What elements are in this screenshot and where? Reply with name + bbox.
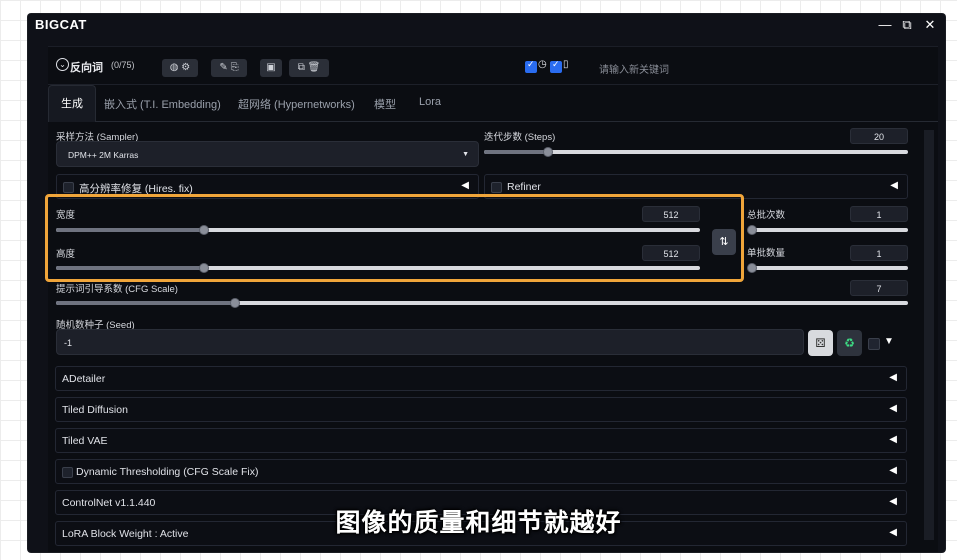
collapse-arrow-icon: ◀ (889, 372, 897, 383)
copy-delete-button[interactable]: ⧉ 🗑 (289, 59, 329, 77)
cfg-input[interactable]: 7 (850, 280, 908, 296)
token-count: (0/75) (111, 60, 135, 70)
batch-count-slider[interactable] (747, 225, 908, 235)
restore-icon[interactable]: ⧉ (898, 16, 916, 34)
close-icon[interactable]: ✕ (921, 16, 939, 34)
adetailer-accordion[interactable]: ADetailer ◀ (55, 366, 907, 391)
scrollbar[interactable] (924, 130, 934, 540)
hires-fix-checkbox[interactable] (63, 182, 74, 193)
collapse-arrow-icon: ◀ (890, 180, 898, 191)
cfg-slider-thumb[interactable] (229, 298, 240, 308)
trash-icon: 🗑 (307, 62, 321, 73)
accordion-label: Tiled Diffusion (62, 404, 128, 416)
steps-slider-thumb[interactable] (542, 147, 553, 157)
video-subtitle: 图像的质量和细节就越好 (335, 509, 622, 537)
tiled-vae-accordion[interactable]: Tiled VAE ◀ (55, 428, 907, 453)
accordion-label: Tiled VAE (62, 435, 108, 447)
reuse-seed-button[interactable]: ♻ (837, 330, 862, 356)
title-bar: BIGCAT — ⧉ ✕ (28, 14, 945, 36)
steps-input[interactable]: 20 (850, 128, 908, 144)
collapse-arrow-icon: ◀ (889, 403, 897, 414)
app-window: BIGCAT — ⧉ ✕ ⌄ 反向词 (0/75) ◍ ⚙ ✎ ⎘ ▣ ⧉ 🗑 … (28, 14, 945, 552)
copy-icon: ⧉ (297, 62, 305, 73)
globe-icon: ◍ (169, 62, 179, 73)
batch-size-input[interactable]: 1 (850, 245, 908, 261)
accordion-label: Dynamic Thresholding (CFG Scale Fix) (76, 466, 259, 478)
recycle-icon: ♻ (844, 336, 855, 350)
collapse-arrow-icon: ◀ (461, 180, 469, 191)
tab-generate[interactable]: 生成 (48, 85, 96, 122)
steps-slider[interactable] (484, 147, 908, 157)
batch-count-slider-thumb[interactable] (747, 225, 757, 235)
image-button[interactable]: ▣ (260, 59, 282, 77)
tab-model[interactable]: 模型 (374, 96, 396, 112)
negative-prompt-title: 反向词 (70, 62, 103, 74)
steps-label: 迭代步数 (Steps) (484, 132, 556, 143)
refiner-checkbox[interactable] (491, 182, 502, 193)
panel-icon: ▯ (563, 59, 569, 70)
edit-icon: ✎ (219, 62, 228, 73)
batch-size-slider-thumb[interactable] (747, 263, 757, 273)
expand-triangle-icon[interactable]: ▼ (884, 336, 894, 347)
negative-prompt-bar: ⌄ 反向词 (0/75) ◍ ⚙ ✎ ⎘ ▣ ⧉ 🗑 ◷ ▯ 请输入新关键词 (48, 46, 938, 85)
tab-embedding[interactable]: 嵌入式 (T.I. Embedding) (104, 96, 221, 112)
dynamic-thresholding-checkbox[interactable] (62, 467, 73, 478)
dropdown-caret-icon: ▼ (462, 151, 469, 158)
extra-seed-checkbox[interactable] (868, 338, 880, 350)
dice-icon: ⚄ (815, 336, 826, 350)
accordion-label: ADetailer (62, 373, 106, 385)
refiner-label: Refiner (507, 181, 541, 193)
bookmark-icon: ⎘ (230, 62, 239, 73)
gear-icon: ⚙ (181, 62, 191, 73)
tab-lora[interactable]: Lora (419, 96, 441, 108)
cfg-slider[interactable] (56, 298, 908, 308)
tab-bar: 生成 嵌入式 (T.I. Embedding) 超网络 (Hypernetwor… (48, 85, 938, 122)
cfg-label: 提示词引导系数 (CFG Scale) (56, 284, 178, 295)
batch-size-label: 单批数量 (747, 248, 786, 259)
chevron-down-icon[interactable]: ⌄ (56, 58, 69, 71)
minimize-icon[interactable]: — (876, 16, 894, 34)
batch-count-input[interactable]: 1 (850, 206, 908, 222)
app-title: BIGCAT (35, 17, 87, 32)
keyword-input[interactable]: 请输入新关键词 (599, 61, 669, 76)
steps-slider-fill (484, 150, 548, 154)
collapse-arrow-icon: ◀ (889, 465, 897, 476)
cfg-slider-fill (56, 301, 235, 305)
clock-icon: ◷ (538, 59, 547, 70)
tiled-diffusion-accordion[interactable]: Tiled Diffusion ◀ (55, 397, 907, 422)
batch-size-slider[interactable] (747, 263, 908, 273)
seed-input[interactable]: -1 (56, 329, 804, 355)
random-seed-button[interactable]: ⚄ (808, 330, 833, 356)
globe-settings-button[interactable]: ◍ ⚙ (162, 59, 198, 77)
edit-bookmark-button[interactable]: ✎ ⎘ (211, 59, 247, 77)
batch-count-label: 总批次数 (747, 210, 786, 221)
tab-hypernetworks[interactable]: 超网络 (Hypernetworks) (238, 96, 355, 112)
dynamic-thresholding-accordion[interactable]: Dynamic Thresholding (CFG Scale Fix) ◀ (55, 459, 907, 484)
image-icon: ▣ (266, 62, 276, 73)
checkbox-2[interactable] (550, 59, 562, 73)
highlight-frame (45, 194, 744, 282)
sampler-select[interactable]: DPM++ 2M Karras ▼ (56, 141, 479, 167)
checkbox-1[interactable] (525, 59, 537, 73)
collapse-arrow-icon: ◀ (889, 434, 897, 445)
sampler-value: DPM++ 2M Karras (68, 150, 139, 160)
